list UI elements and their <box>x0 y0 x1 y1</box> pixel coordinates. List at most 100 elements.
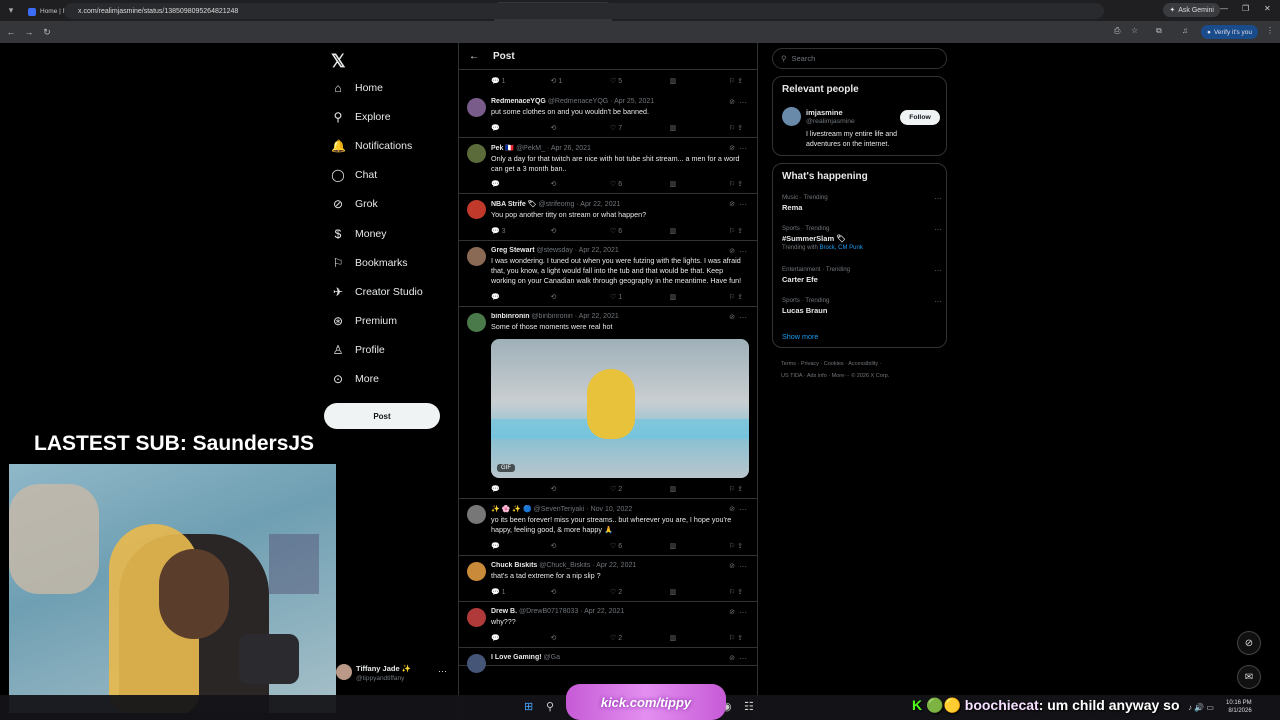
back-arrow-icon[interactable]: ← <box>469 51 479 62</box>
like-button[interactable]: ♡ 6 <box>610 180 628 188</box>
person-name[interactable]: imjasmine <box>806 108 843 117</box>
reply-tweet[interactable]: ✨ 🌸 ✨ 🔵 @SevenTeriyaki · Nov 10, 2022 ⊘ ··… <box>459 499 757 556</box>
bookmark-share-icon[interactable]: ⚐ ⇪ <box>729 542 747 550</box>
avatar[interactable] <box>467 561 486 581</box>
views-icon[interactable]: ▥ <box>670 180 688 188</box>
tweet-date[interactable]: Apr 22, 2021 <box>580 201 620 208</box>
author-name[interactable]: Drew B. <box>491 608 517 615</box>
more-dots-icon[interactable]: ··· <box>934 297 942 306</box>
avatar[interactable] <box>467 505 486 525</box>
extensions-icon[interactable]: ⧉ <box>1156 26 1162 36</box>
more-dots-icon[interactable]: ··· <box>739 313 747 322</box>
bookmark-share-icon[interactable]: ⚐ ⇪ <box>729 485 747 493</box>
author-name[interactable]: Greg Stewart <box>491 247 535 254</box>
tweet-date[interactable]: Apr 22, 2021 <box>579 313 619 320</box>
grok-icon[interactable]: ⊘ <box>729 247 735 255</box>
reply-button[interactable]: 💬 <box>491 485 509 493</box>
nav-item-more[interactable]: ⊙ More <box>331 372 379 386</box>
tweet-date[interactable]: Apr 25, 2021 <box>614 98 654 105</box>
reply-tweet[interactable]: Chuck Biskits @Chuck_Biskits · Apr 22, 2… <box>459 556 757 602</box>
reply-tweet[interactable]: binbinronin @binbinronin · Apr 22, 2021 ⊘… <box>459 307 757 500</box>
repost-button[interactable]: ⟲ 1 <box>551 77 569 85</box>
trend-item[interactable]: Music · Trending Rema ··· <box>782 194 942 212</box>
avatar[interactable] <box>467 247 486 267</box>
grok-icon[interactable]: ⊘ <box>729 144 735 152</box>
reply-tweet[interactable]: RedmenaceYQG @RedmenaceYQG · Apr 25, 202… <box>459 92 757 138</box>
reply-tweet[interactable]: I Love Gaming! @Ga ⊘ ··· <box>459 648 757 673</box>
nav-item-profile[interactable]: ♙ Profile <box>331 343 385 357</box>
nav-item-money[interactable]: $ Money <box>331 227 387 241</box>
x-logo-icon[interactable]: 𝕏 <box>331 51 346 72</box>
grok-icon[interactable]: ⊘ <box>729 654 735 662</box>
tweet-date[interactable]: Apr 22, 2021 <box>596 562 636 569</box>
author-name[interactable]: Chuck Biskits <box>491 562 537 569</box>
like-button[interactable]: ♡ 1 <box>610 293 628 301</box>
bookmark-share-icon[interactable]: ⚐ ⇪ <box>729 634 747 642</box>
repost-button[interactable]: ⟲ <box>551 485 569 493</box>
bookmark-share-icon[interactable]: ⚐ ⇪ <box>729 124 747 132</box>
trend-item[interactable]: Sports · Trending Lucas Braun ··· <box>782 297 942 315</box>
messages-fab-icon[interactable]: ✉ <box>1237 665 1261 689</box>
minimize-button[interactable]: — <box>1220 4 1228 13</box>
ask-gemini-button[interactable]: ✦ Ask Gemini <box>1163 3 1220 17</box>
author-name[interactable]: binbinronin <box>491 313 530 320</box>
reply-button[interactable]: 💬 <box>491 634 509 642</box>
reply-button[interactable]: 💬 <box>491 180 509 188</box>
author-name[interactable]: I Love Gaming! <box>491 654 542 661</box>
views-icon[interactable]: ▥ <box>670 293 688 301</box>
more-dots-icon[interactable]: ··· <box>739 144 747 153</box>
like-button[interactable]: ♡ 2 <box>610 634 628 642</box>
star-icon[interactable]: ☆ <box>1131 26 1138 35</box>
author-name[interactable]: ✨ 🌸 ✨ 🔵 <box>491 506 532 513</box>
reply-button[interactable]: 💬 <box>491 293 509 301</box>
like-button[interactable]: ♡ 6 <box>610 542 628 550</box>
avatar[interactable] <box>467 312 486 332</box>
views-icon[interactable]: ▥ <box>670 634 688 642</box>
nav-item-home[interactable]: ⌂ Home <box>331 81 383 95</box>
tweet-date[interactable]: Apr 22, 2021 <box>579 247 619 254</box>
repost-button[interactable]: ⟲ <box>551 588 569 596</box>
repost-button[interactable]: ⟲ <box>551 124 569 132</box>
tweet-date[interactable]: Apr 26, 2021 <box>551 145 591 152</box>
more-dots-icon[interactable]: ··· <box>739 608 747 617</box>
tweet-date[interactable]: Apr 22, 2021 <box>584 608 624 615</box>
views-icon[interactable]: ▥ <box>670 124 688 132</box>
grok-icon[interactable]: ⊘ <box>729 98 735 106</box>
more-dots-icon[interactable]: ··· <box>739 562 747 571</box>
reload-button[interactable]: ↻ <box>38 27 56 38</box>
bookmark-share-icon[interactable]: ⚐ ⇪ <box>729 293 747 301</box>
repost-button[interactable]: ⟲ <box>551 542 569 550</box>
author-name[interactable]: Pek 🇫🇷 <box>491 145 514 152</box>
tweet-media-gif[interactable]: GIF <box>491 339 749 479</box>
bookmark-share-icon[interactable]: ⚐ ⇪ <box>729 588 747 596</box>
views-icon[interactable]: ▥ <box>670 485 688 493</box>
avatar[interactable] <box>467 143 486 163</box>
avatar[interactable] <box>467 653 486 673</box>
taskbar-app-icon[interactable]: ☷ <box>744 700 754 713</box>
grok-icon[interactable]: ⊘ <box>729 608 735 616</box>
repost-button[interactable]: ⟲ <box>551 293 569 301</box>
reply-tweet[interactable]: Greg Stewart @stewsday · Apr 22, 2021 ⊘ ··… <box>459 241 757 307</box>
like-button[interactable]: ♡ 5 <box>610 77 628 85</box>
menu-icon[interactable]: ⋮ <box>1266 26 1274 35</box>
more-dots-icon[interactable]: ··· <box>934 225 942 234</box>
reply-tweet[interactable]: Pek 🇫🇷 @PekM_ · Apr 26, 2021 ⊘ ··· Only a d… <box>459 138 757 195</box>
reply-tweet[interactable]: NBA Strife 🏷 @strifeomg · Apr 22, 2021 ⊘ ·… <box>459 194 757 242</box>
nav-item-grok[interactable]: ⊘ Grok <box>331 197 378 211</box>
footer-line[interactable]: Terms · Privacy · Cookies · Accessibilit… <box>781 358 941 370</box>
reply-button[interactable]: 💬 3 <box>491 227 509 235</box>
search-input[interactable]: ⚲ Search <box>772 48 947 69</box>
avatar[interactable] <box>467 607 486 627</box>
show-more-link[interactable]: Show more <box>782 332 818 341</box>
avatar[interactable] <box>467 200 486 220</box>
close-window-button[interactable]: ✕ <box>1264 4 1271 13</box>
nav-item-notifications[interactable]: 🔔 Notifications <box>331 139 412 153</box>
maximize-button[interactable]: ❐ <box>1242 4 1249 13</box>
tab-search-icon[interactable]: ▾ <box>0 0 22 21</box>
more-dots-icon[interactable]: ··· <box>934 194 942 203</box>
avatar[interactable] <box>782 107 801 126</box>
more-dots-icon[interactable]: ··· <box>739 654 747 663</box>
reply-button[interactable]: 💬 1 <box>491 77 509 85</box>
trend-item[interactable]: Sports · Trending #SummerSlam 🏷 Trending w… <box>782 225 942 251</box>
bookmark-share-icon[interactable]: ⚐ ⇪ <box>729 180 747 188</box>
